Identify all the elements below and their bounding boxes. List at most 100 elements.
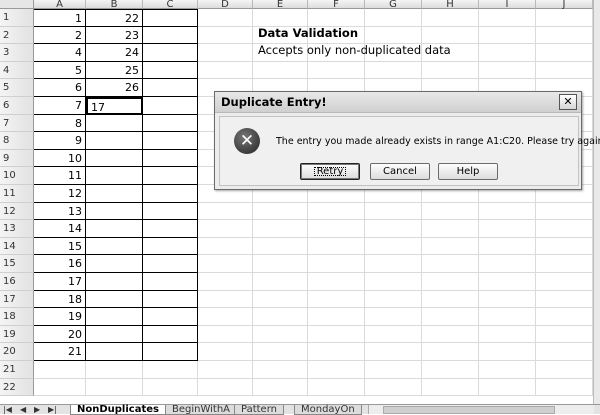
- cell-b17[interactable]: [86, 291, 143, 308]
- cell-c1[interactable]: [143, 9, 198, 27]
- cell-j2[interactable]: [536, 27, 593, 44]
- cell-i3[interactable]: [479, 44, 536, 62]
- cell-b14[interactable]: [86, 238, 143, 255]
- close-icon[interactable]: ✕: [559, 94, 577, 110]
- cell-c15[interactable]: [143, 255, 198, 273]
- column-header-f[interactable]: F: [308, 0, 365, 10]
- row-header[interactable]: 12: [0, 203, 34, 220]
- cell-a2[interactable]: 2: [34, 27, 86, 44]
- cell-b8[interactable]: [86, 132, 143, 150]
- cell-c17[interactable]: [143, 291, 198, 308]
- cell-e19[interactable]: [253, 326, 308, 343]
- cell-c22[interactable]: [143, 379, 198, 396]
- cell-f21[interactable]: [308, 361, 365, 379]
- select-all-corner[interactable]: [0, 0, 34, 9]
- cell-b4[interactable]: 25: [86, 62, 143, 79]
- cell-f4[interactable]: [308, 62, 365, 79]
- prev-sheet-icon[interactable]: ◀: [20, 405, 26, 414]
- cell-i20[interactable]: [479, 343, 536, 361]
- cell-h22[interactable]: [422, 379, 479, 396]
- cell-g19[interactable]: [365, 326, 422, 343]
- cell-f22[interactable]: [308, 379, 365, 396]
- row-header[interactable]: 4: [0, 62, 34, 79]
- cell-h18[interactable]: [422, 308, 479, 326]
- cell-c16[interactable]: [143, 273, 198, 291]
- cell-b10[interactable]: [86, 167, 143, 185]
- cell-g16[interactable]: [365, 273, 422, 291]
- cell-i2[interactable]: [479, 27, 536, 44]
- cell-h13[interactable]: [422, 220, 479, 238]
- help-button[interactable]: Help: [438, 163, 498, 180]
- cell-h17[interactable]: [422, 291, 479, 308]
- cancel-button[interactable]: Cancel: [370, 163, 430, 180]
- cell-c10[interactable]: [143, 167, 198, 185]
- cell-e16[interactable]: [253, 273, 308, 291]
- cell-c5[interactable]: [143, 79, 198, 97]
- cell-c14[interactable]: [143, 238, 198, 255]
- cell-g2[interactable]: [365, 27, 422, 44]
- row-header[interactable]: 5: [0, 79, 34, 97]
- column-header-j[interactable]: J: [536, 0, 593, 10]
- cell-e1[interactable]: [253, 9, 308, 27]
- cell-h12[interactable]: [422, 203, 479, 220]
- row-header[interactable]: 3: [0, 44, 34, 62]
- cell-b3[interactable]: 24: [86, 44, 143, 62]
- row-header[interactable]: 6: [0, 97, 34, 115]
- cell-f19[interactable]: [308, 326, 365, 343]
- cell-c2[interactable]: [143, 27, 198, 44]
- cell-h14[interactable]: [422, 238, 479, 255]
- cell-d22[interactable]: [198, 379, 253, 396]
- cell-c18[interactable]: [143, 308, 198, 326]
- cell-f13[interactable]: [308, 220, 365, 238]
- cell-j3[interactable]: [536, 44, 593, 62]
- row-header[interactable]: 16: [0, 273, 34, 291]
- cell-c8[interactable]: [143, 132, 198, 150]
- cell-f15[interactable]: [308, 255, 365, 273]
- cell-i22[interactable]: [479, 379, 536, 396]
- cell-b20[interactable]: [86, 343, 143, 361]
- cell-g4[interactable]: [365, 62, 422, 79]
- cell-i14[interactable]: [479, 238, 536, 255]
- cell-g20[interactable]: [365, 343, 422, 361]
- cell-d3[interactable]: [198, 44, 253, 62]
- row-header[interactable]: 17: [0, 291, 34, 308]
- cell-c6[interactable]: [143, 97, 198, 115]
- cell-b9[interactable]: [86, 150, 143, 167]
- cell-a3[interactable]: 4: [34, 44, 86, 62]
- cell-i21[interactable]: [479, 361, 536, 379]
- cell-a22[interactable]: [34, 379, 86, 396]
- cell-e22[interactable]: [253, 379, 308, 396]
- cell-j1[interactable]: [536, 9, 593, 27]
- cell-e21[interactable]: [253, 361, 308, 379]
- first-sheet-icon[interactable]: |◀: [3, 405, 12, 414]
- column-header-h[interactable]: H: [422, 0, 479, 10]
- column-header-b[interactable]: B: [86, 0, 143, 10]
- cell-e12[interactable]: [253, 203, 308, 220]
- row-header[interactable]: 2: [0, 27, 34, 44]
- cell-a6[interactable]: 7: [34, 97, 86, 115]
- cell-j21[interactable]: [536, 361, 593, 379]
- row-header[interactable]: 20: [0, 343, 34, 361]
- cell-i13[interactable]: [479, 220, 536, 238]
- cell-h19[interactable]: [422, 326, 479, 343]
- cell-c21[interactable]: [143, 361, 198, 379]
- cell-c11[interactable]: [143, 185, 198, 203]
- cell-b18[interactable]: [86, 308, 143, 326]
- cell-c12[interactable]: [143, 203, 198, 220]
- column-header-e[interactable]: E: [253, 0, 308, 10]
- cell-b15[interactable]: [86, 255, 143, 273]
- cell-c9[interactable]: [143, 150, 198, 167]
- cell-b11[interactable]: [86, 185, 143, 203]
- next-sheet-icon[interactable]: ▶: [34, 405, 40, 414]
- row-header[interactable]: 7: [0, 115, 34, 132]
- cell-h15[interactable]: [422, 255, 479, 273]
- cell-b13[interactable]: [86, 220, 143, 238]
- cell-e20[interactable]: [253, 343, 308, 361]
- dialog-titlebar[interactable]: Duplicate Entry! ✕: [215, 92, 581, 113]
- cell-i18[interactable]: [479, 308, 536, 326]
- cell-i19[interactable]: [479, 326, 536, 343]
- cell-a9[interactable]: 10: [34, 150, 86, 167]
- cell-b21[interactable]: [86, 361, 143, 379]
- cell-f1[interactable]: [308, 9, 365, 27]
- cell-f20[interactable]: [308, 343, 365, 361]
